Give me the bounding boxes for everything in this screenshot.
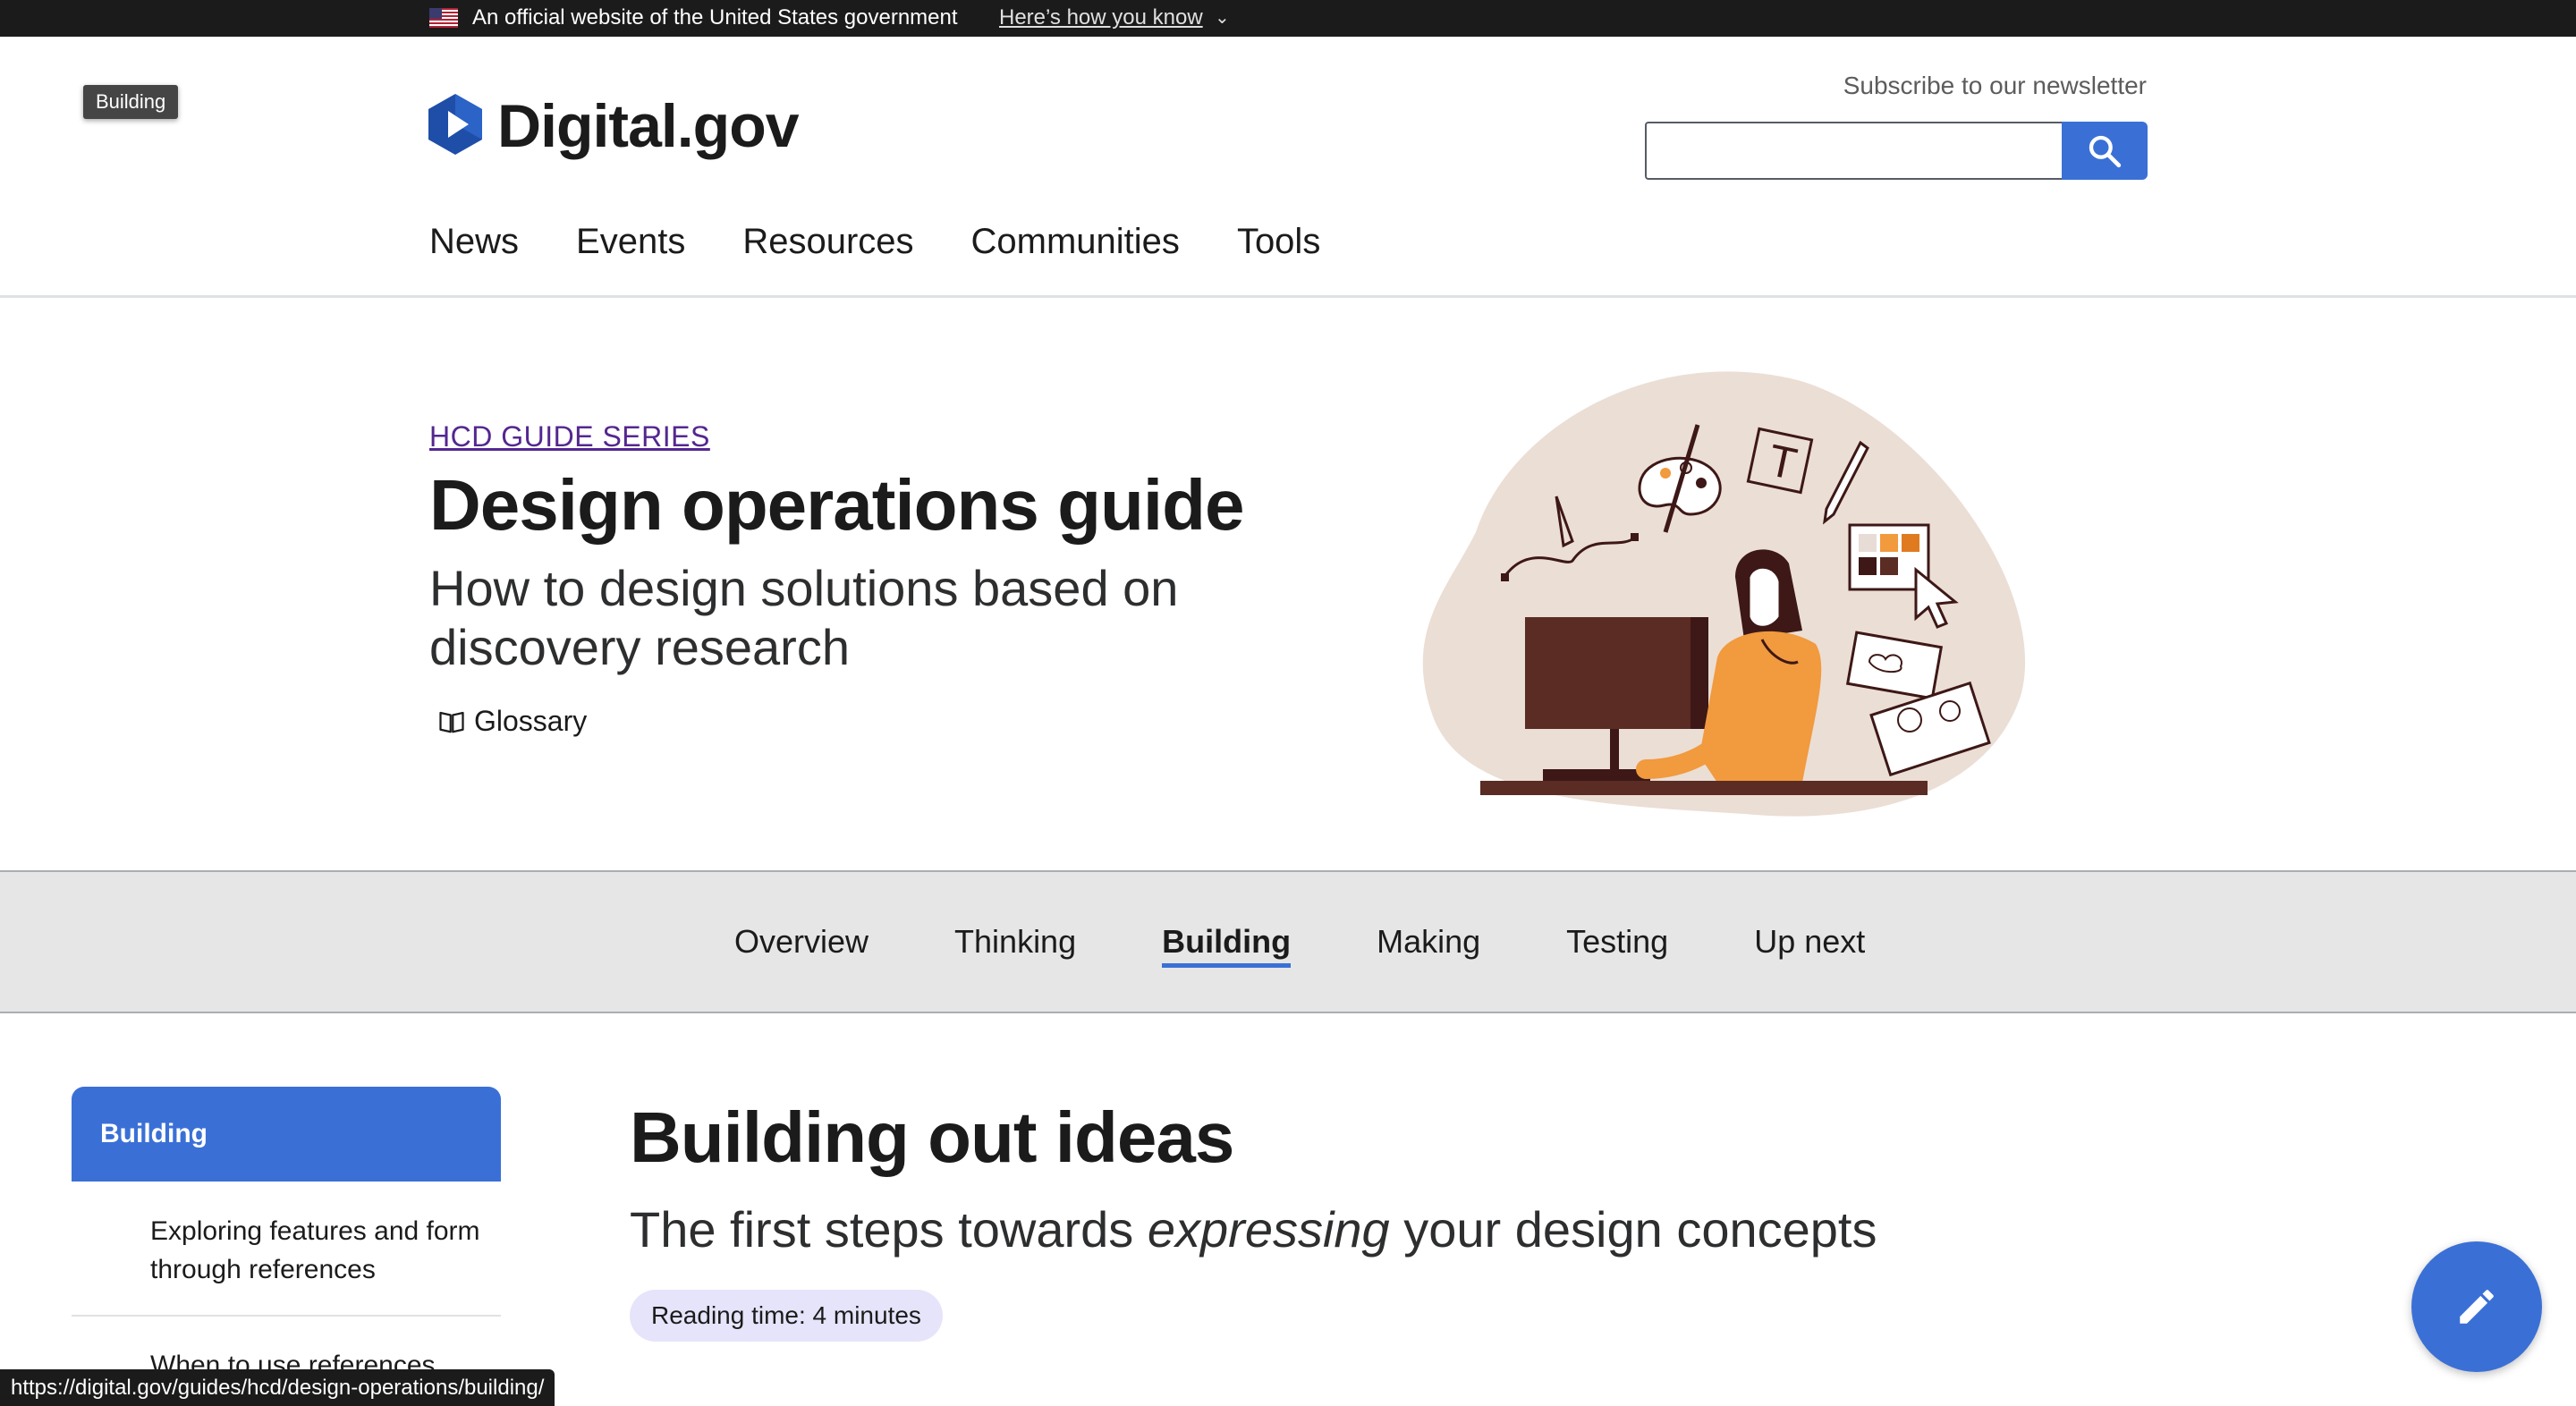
- series-link[interactable]: HCD GUIDE SERIES: [429, 420, 710, 453]
- nav-resources[interactable]: Resources: [742, 222, 913, 262]
- subnav-overview[interactable]: Overview: [734, 923, 869, 961]
- search-input[interactable]: [1645, 122, 2063, 180]
- section-subtitle-emphasis: expressing: [1147, 1201, 1390, 1258]
- search-icon: [2089, 135, 2122, 168]
- nav-tools[interactable]: Tools: [1237, 222, 1320, 262]
- primary-nav: News Events Resources Communities Tools: [429, 222, 1320, 262]
- pencil-icon: [2460, 1290, 2494, 1324]
- subnav-thinking[interactable]: Thinking: [954, 923, 1076, 961]
- guide-subnav: Overview Thinking Building Making Testin…: [0, 870, 2576, 1013]
- nav-communities[interactable]: Communities: [971, 222, 1180, 262]
- search-button[interactable]: [2062, 122, 2148, 180]
- book-icon: [439, 711, 464, 733]
- subscribe-newsletter-link[interactable]: Subscribe to our newsletter: [1843, 72, 2147, 100]
- status-bar-url: https://digital.gov/guides/hcd/design-op…: [0, 1369, 555, 1406]
- hero-illustration: T: [1422, 362, 2039, 832]
- section-subtitle-end: your design concepts: [1389, 1201, 1877, 1258]
- site-logo-text[interactable]: Digital.gov: [497, 88, 800, 165]
- section-subtitle-start: The first steps towards: [630, 1201, 1148, 1258]
- tooltip: Building: [83, 85, 179, 119]
- gov-banner-text: An official website of the United States…: [472, 5, 958, 30]
- reading-time-badge: Reading time: 4 minutes: [630, 1290, 943, 1342]
- glossary-label: Glossary: [474, 705, 588, 737]
- edit-button[interactable]: [2411, 1241, 2542, 1372]
- digital-gov-logo-icon[interactable]: [428, 93, 483, 160]
- nav-news[interactable]: News: [429, 222, 519, 262]
- nav-events[interactable]: Events: [576, 222, 685, 262]
- page-title: Design operations guide: [429, 465, 1244, 545]
- heres-how-you-know-link[interactable]: Here’s how you know: [999, 4, 1203, 32]
- subnav-making[interactable]: Making: [1377, 923, 1480, 961]
- section-subtitle: The first steps towards expressing your …: [630, 1198, 1877, 1261]
- gov-banner: An official website of the United States…: [0, 0, 2576, 37]
- chevron-down-icon[interactable]: ⌄: [1215, 4, 1230, 32]
- header-divider: [0, 295, 2576, 298]
- subnav-testing[interactable]: Testing: [1566, 923, 1668, 961]
- us-flag-icon: [429, 8, 458, 28]
- section-title: Building out ideas: [630, 1097, 1234, 1177]
- sidebar-heading[interactable]: Building: [72, 1087, 501, 1182]
- page-subtitle: How to design solutions based on discove…: [429, 560, 1179, 675]
- subnav-building[interactable]: Building: [1162, 923, 1291, 968]
- sidebar-divider: [72, 1315, 501, 1317]
- sidebar-item-exploring-features[interactable]: Exploring features and form through refe…: [150, 1212, 490, 1289]
- subnav-up-next[interactable]: Up next: [1754, 923, 1865, 961]
- glossary-button[interactable]: Glossary: [438, 705, 587, 738]
